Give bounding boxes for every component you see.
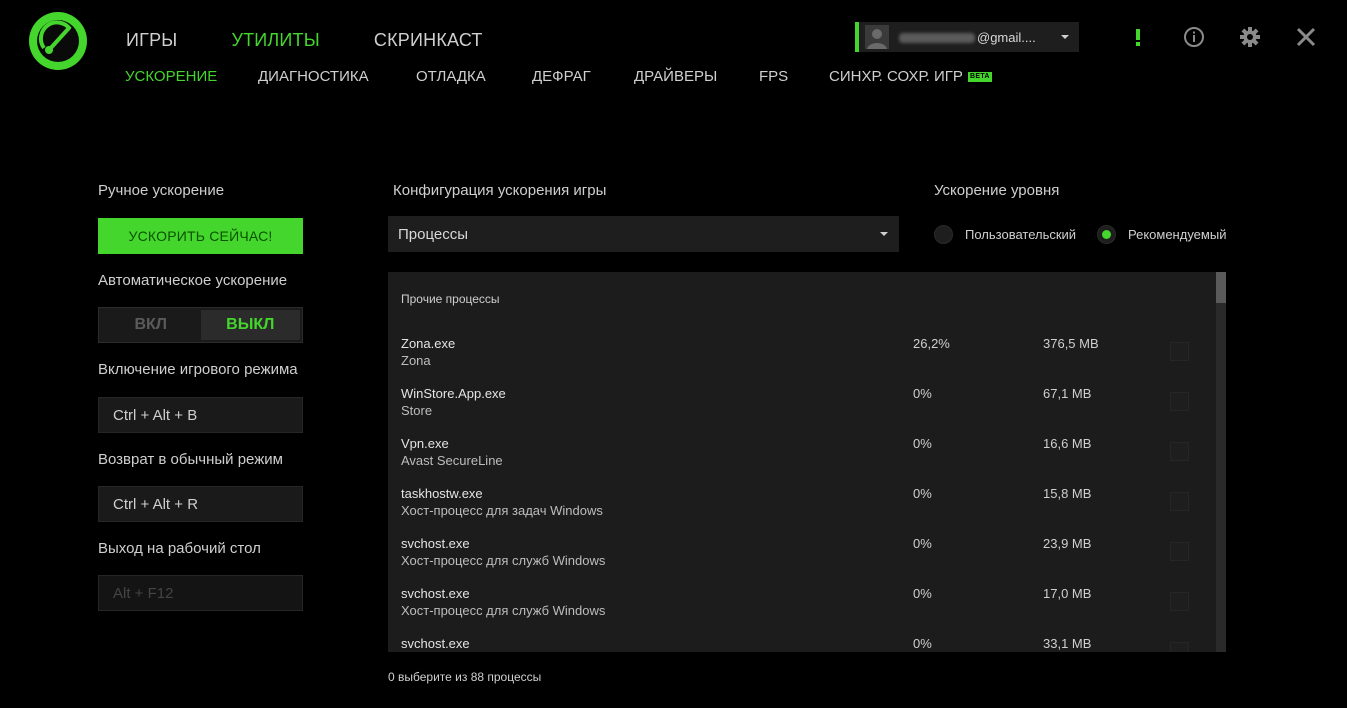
table-row: svchost.exe Хост-процесс для служб Windo…	[388, 586, 1216, 636]
process-name: Vpn.exe	[401, 436, 449, 451]
user-icon	[867, 29, 887, 49]
process-cpu: 0%	[913, 386, 932, 401]
close-icon[interactable]	[1295, 26, 1317, 48]
process-name: WinStore.App.exe	[401, 386, 506, 401]
process-cpu: 0%	[913, 636, 932, 651]
email-redacted	[899, 33, 975, 44]
chevron-down-icon	[1061, 35, 1069, 39]
config-selected: Процессы	[398, 225, 469, 243]
process-desc: Store	[401, 403, 433, 418]
selection-count: 0 выберите из 88 процессы	[388, 670, 542, 684]
process-mem: 16,6 MB	[1043, 436, 1092, 451]
process-desc: Zona	[401, 353, 431, 368]
process-name: taskhostw.exe	[401, 486, 483, 501]
desktop-label: Выход на рабочий стол	[98, 540, 261, 557]
normal-mode-hotkey-field[interactable]: Ctrl + Alt + R	[98, 486, 303, 522]
toggle-on[interactable]: ВКЛ	[101, 310, 201, 340]
table-row: Zona.exe Zona 26,2% 376,5 MB	[388, 336, 1216, 386]
radio-custom-label: Пользовательский	[965, 227, 1077, 242]
chevron-down-icon	[880, 232, 888, 236]
radio-recommended[interactable]: Рекомендуемый	[1097, 225, 1226, 244]
account-indicator	[855, 22, 859, 52]
tab-drivers[interactable]: ДРАЙВЕРЫ	[634, 68, 717, 85]
process-mem: 67,1 MB	[1043, 386, 1092, 401]
table-row: svchost.exe Хост-процесс для служб Windo…	[388, 536, 1216, 586]
process-name: svchost.exe	[401, 586, 470, 601]
avatar	[865, 25, 889, 49]
info-icon[interactable]	[1183, 26, 1205, 48]
nav-utilities[interactable]: УТИЛИТЫ	[231, 30, 319, 51]
level-label: Ускорение уровня	[934, 182, 1060, 199]
process-cpu: 26,2%	[913, 336, 950, 351]
process-checkbox[interactable]	[1170, 542, 1189, 561]
account-dropdown[interactable]: @gmail....	[855, 22, 1079, 52]
config-label: Конфигурация ускорения игры	[393, 182, 607, 199]
scrollbar-thumb[interactable]	[1216, 272, 1226, 303]
manual-boost-label: Ручное ускорение	[98, 182, 225, 199]
process-mem: 23,9 MB	[1043, 536, 1092, 551]
tab-debug[interactable]: ОТЛАДКА	[416, 68, 486, 85]
auto-boost-toggle: ВКЛ ВЫКЛ	[98, 307, 303, 343]
table-row: Vpn.exe Avast SecureLine 0% 16,6 MB	[388, 436, 1216, 486]
nav-screencast[interactable]: СКРИНКАСТ	[374, 30, 483, 51]
process-desc: Хост-процесс для задач Windows	[401, 503, 603, 518]
beta-badge: BETA	[968, 72, 992, 82]
tab-fps[interactable]: FPS	[759, 68, 788, 85]
tab-boost[interactable]: УСКОРЕНИЕ	[125, 68, 217, 85]
process-name: svchost.exe	[401, 536, 470, 551]
process-checkbox[interactable]	[1170, 442, 1189, 461]
game-mode-hotkey-field[interactable]: Ctrl + Alt + B	[98, 397, 303, 433]
radio-custom[interactable]: Пользовательский	[934, 225, 1076, 244]
game-booster-logo	[29, 12, 87, 70]
process-name: Zona.exe	[401, 336, 456, 351]
process-checkbox[interactable]	[1170, 642, 1189, 652]
table-row: WinStore.App.exe Store 0% 67,1 MB	[388, 386, 1216, 436]
exclamation-icon[interactable]	[1127, 26, 1149, 48]
process-checkbox[interactable]	[1170, 592, 1189, 611]
process-cpu: 0%	[913, 536, 932, 551]
process-checkbox[interactable]	[1170, 342, 1189, 361]
tab-diagnostics[interactable]: ДИАГНОСТИКА	[258, 68, 369, 85]
process-cpu: 0%	[913, 436, 932, 451]
process-list: Прочие процессы Zona.exe Zona 26,2% 376,…	[388, 272, 1226, 652]
process-mem: 15,8 MB	[1043, 486, 1092, 501]
desktop-hotkey-field: Alt + F12	[98, 575, 303, 611]
main-nav: ИГРЫ УТИЛИТЫ СКРИНКАСТ	[126, 30, 537, 51]
gear-icon[interactable]	[1239, 26, 1261, 48]
radio-circle	[934, 225, 953, 244]
boost-now-button[interactable]: УСКОРИТЬ СЕЙЧАС!	[98, 218, 303, 254]
config-select[interactable]: Процессы	[388, 216, 899, 252]
game-mode-label: Включение игрового режима	[98, 361, 298, 378]
process-mem: 376,5 MB	[1043, 336, 1099, 351]
process-desc: Avast SecureLine	[401, 453, 503, 468]
account-email: @gmail....	[899, 30, 1036, 45]
process-desc: Хост-процесс для служб Windows	[401, 603, 606, 618]
scrollbar[interactable]	[1216, 272, 1226, 652]
process-cpu: 0%	[913, 586, 932, 601]
tab-save-sync[interactable]: СИНХР. СОХР. ИГР	[829, 68, 963, 85]
process-mem: 17,0 MB	[1043, 586, 1092, 601]
radio-circle-selected	[1097, 225, 1116, 244]
nav-games[interactable]: ИГРЫ	[126, 30, 177, 51]
table-row: taskhostw.exe Хост-процесс для задач Win…	[388, 486, 1216, 536]
normal-mode-label: Возврат в обычный режим	[98, 451, 283, 468]
process-mem: 33,1 MB	[1043, 636, 1092, 651]
process-checkbox[interactable]	[1170, 492, 1189, 511]
process-desc: Хост-процесс для служб Windows	[401, 553, 606, 568]
process-checkbox[interactable]	[1170, 392, 1189, 411]
radio-recommended-label: Рекомендуемый	[1128, 227, 1227, 242]
toggle-off[interactable]: ВЫКЛ	[200, 310, 300, 340]
tab-defrag[interactable]: ДЕФРАГ	[532, 68, 591, 85]
process-group-header: Прочие процессы	[401, 292, 500, 306]
process-name: svchost.exe	[401, 636, 470, 651]
table-row: svchost.exe 0% 33,1 MB	[388, 636, 1216, 652]
auto-boost-label: Автоматическое ускорение	[98, 272, 288, 289]
process-cpu: 0%	[913, 486, 932, 501]
